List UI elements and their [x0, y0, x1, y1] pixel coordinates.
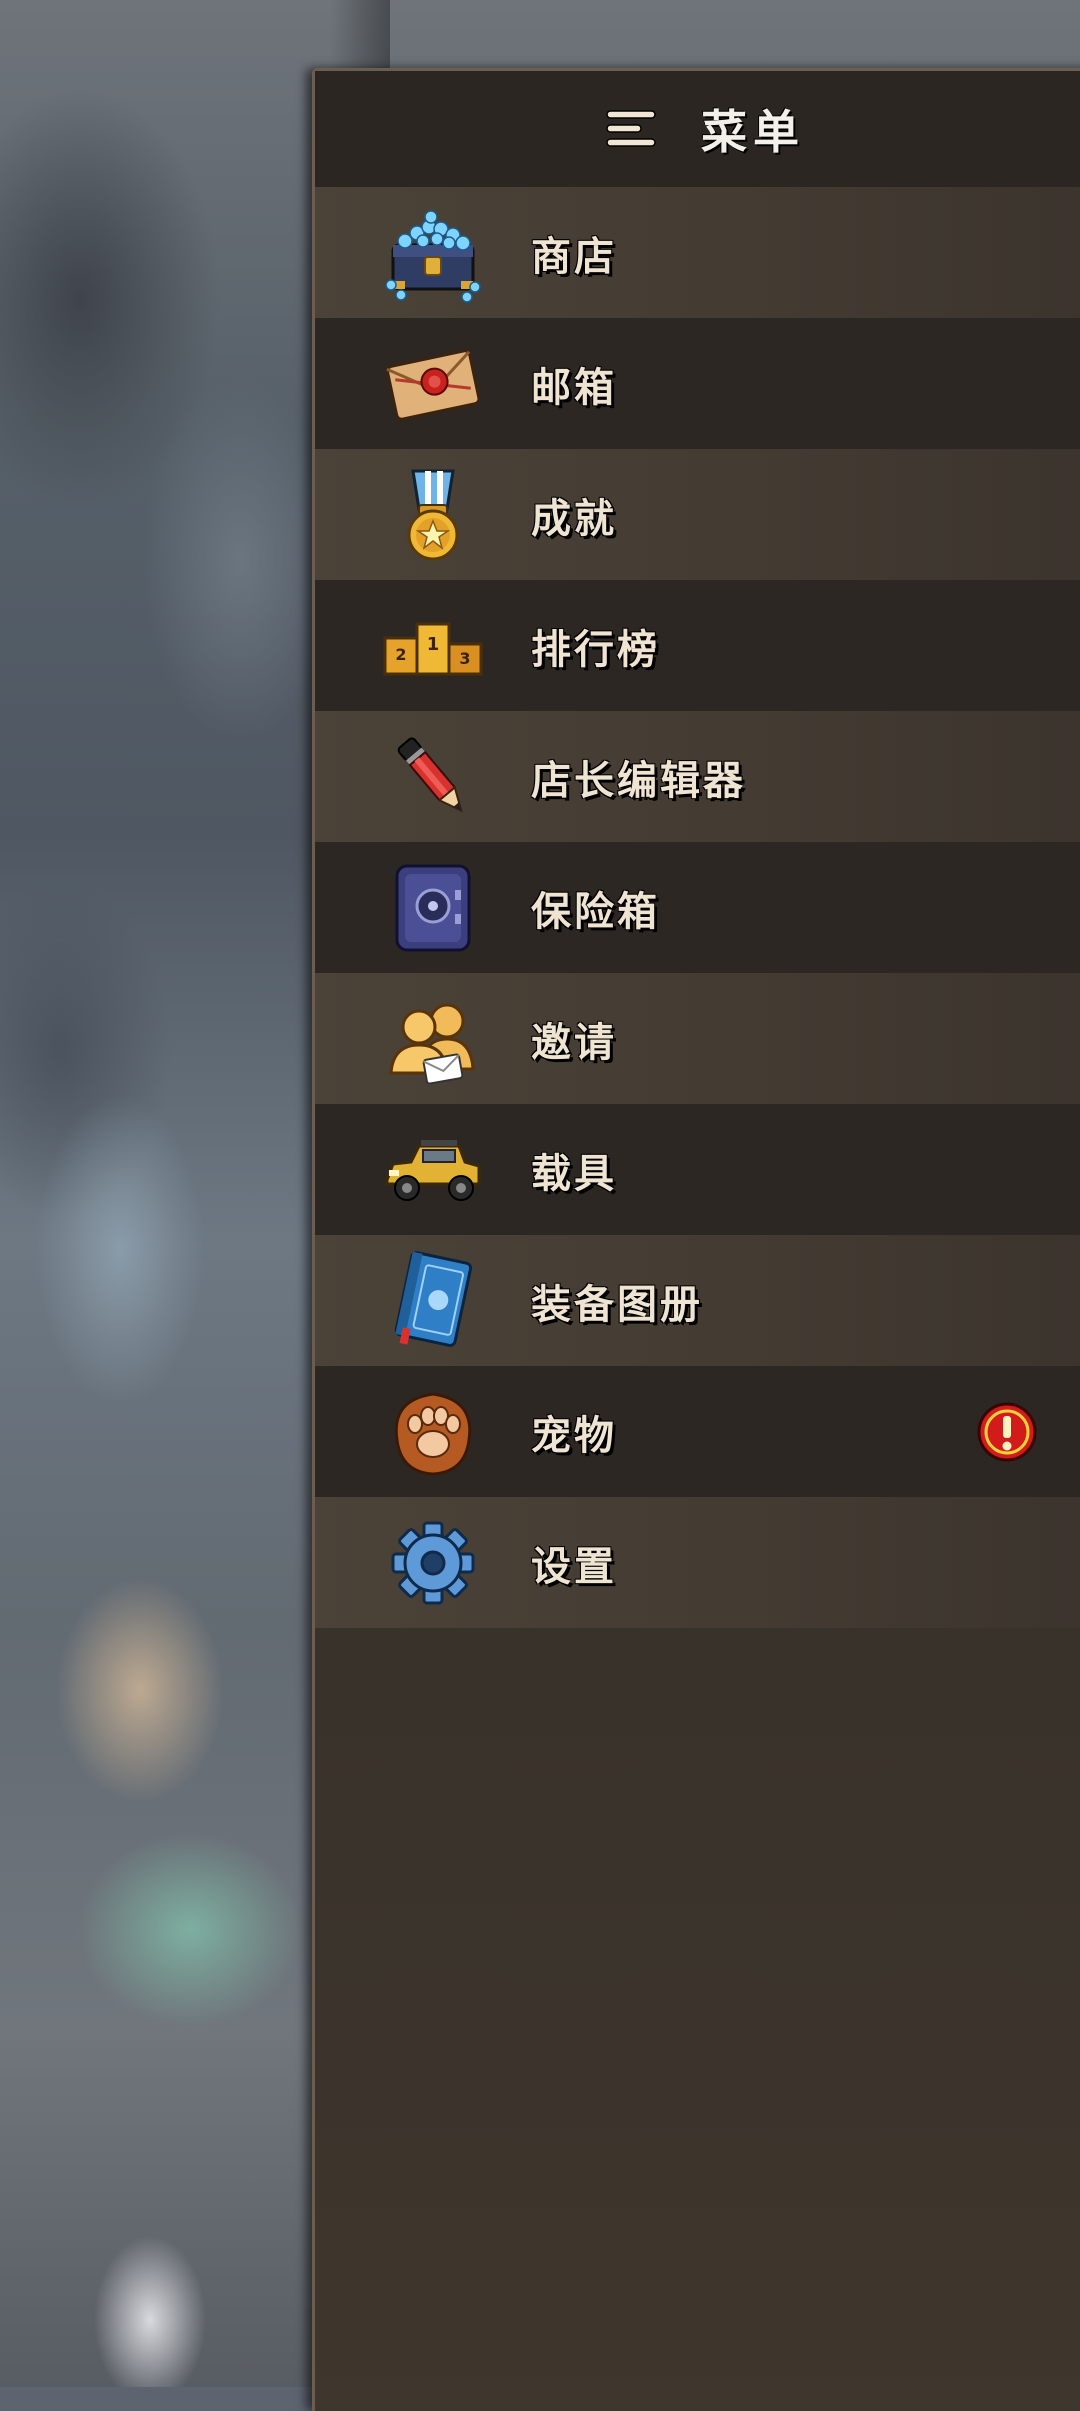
svg-text:1: 1 — [427, 634, 440, 655]
menu-item-label: 装备图册 — [531, 1281, 703, 1328]
menu-item-invite[interactable]: 邀请 — [315, 973, 1080, 1104]
menu-item-label: 载具 — [531, 1150, 617, 1197]
menu-item-vehicles[interactable]: 载具 — [315, 1104, 1080, 1235]
gear-icon — [381, 1511, 485, 1615]
menu-item-safe[interactable]: 保险箱 — [315, 842, 1080, 973]
side-menu-panel: 菜单 商店 邮箱 成就 1 2 3 排行榜 店长编辑器 保险箱 邀请 载具 装备… — [312, 68, 1080, 2411]
menu-item-pets[interactable]: 宠物 — [315, 1366, 1080, 1497]
paw-icon — [381, 1380, 485, 1484]
menu-item-label: 成就 — [531, 495, 617, 542]
safe-icon — [381, 856, 485, 960]
menu-item-label: 排行榜 — [531, 626, 660, 673]
alert-badge-icon — [977, 1402, 1037, 1462]
invite-friends-icon — [381, 987, 485, 1091]
menu-item-mailbox[interactable]: 邮箱 — [315, 318, 1080, 449]
hamburger-menu-icon[interactable] — [605, 107, 657, 151]
gem-chest-icon — [381, 201, 485, 305]
menu-item-equipment-catalog[interactable]: 装备图册 — [315, 1235, 1080, 1366]
menu-item-label: 邀请 — [531, 1019, 617, 1066]
menu-title: 菜单 — [701, 105, 805, 159]
menu-item-leaderboard[interactable]: 1 2 3 排行榜 — [315, 580, 1080, 711]
podium-icon: 1 2 3 — [381, 594, 485, 698]
menu-item-manager-editor[interactable]: 店长编辑器 — [315, 711, 1080, 842]
blue-book-icon — [381, 1249, 485, 1353]
pencil-icon — [381, 725, 485, 829]
menu-list: 商店 邮箱 成就 1 2 3 排行榜 店长编辑器 保险箱 邀请 载具 装备图册 … — [315, 187, 1080, 1628]
jeep-icon — [381, 1118, 485, 1222]
menu-header: 菜单 — [315, 71, 1080, 187]
svg-text:3: 3 — [459, 649, 470, 668]
svg-text:2: 2 — [395, 645, 406, 664]
menu-item-label: 保险箱 — [531, 888, 660, 935]
menu-item-shop[interactable]: 商店 — [315, 187, 1080, 318]
sealed-envelope-icon — [381, 332, 485, 436]
menu-item-label: 邮箱 — [531, 364, 617, 411]
menu-item-label: 店长编辑器 — [531, 757, 746, 804]
menu-item-label: 设置 — [531, 1543, 617, 1590]
menu-item-settings[interactable]: 设置 — [315, 1497, 1080, 1628]
menu-item-achievements[interactable]: 成就 — [315, 449, 1080, 580]
star-medal-icon — [381, 463, 485, 567]
menu-item-label: 宠物 — [531, 1412, 617, 1459]
menu-item-label: 商店 — [531, 233, 617, 280]
